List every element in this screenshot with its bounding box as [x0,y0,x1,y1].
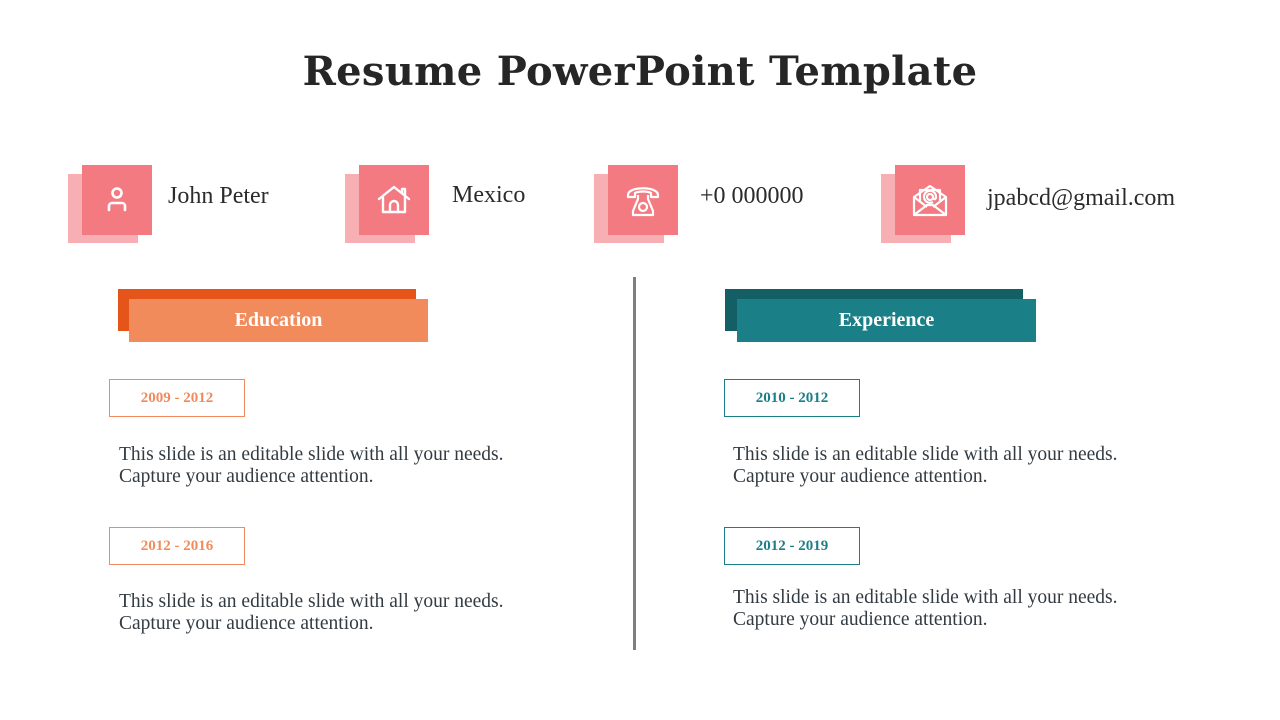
contact-label: Mexico [452,182,526,208]
education-description: This slide is an editable slide with all… [119,591,504,634]
icon-tile [82,165,152,235]
education-period-badge: 2012 - 2016 [109,527,245,565]
icon-tile [359,165,429,235]
experience-description: This slide is an editable slide with all… [733,444,1118,487]
user-icon [107,187,127,212]
email-icon [912,184,948,217]
contact-label: jpabcd@gmail.com [987,185,1176,211]
education-description: This slide is an editable slide with all… [119,444,504,487]
slide-title: Resume PowerPoint Template [302,48,978,95]
education-header: Education [129,299,428,342]
education-period-badge: 2009 - 2012 [109,379,245,417]
column-divider [633,277,636,650]
experience-header: Experience [737,299,1036,342]
icon-tile [608,165,678,235]
contact-label: John Peter [168,183,269,209]
experience-period-badge: 2012 - 2019 [724,527,860,565]
experience-description: This slide is an editable slide with all… [733,587,1118,630]
icon-tile [895,165,965,235]
home-icon [377,185,411,214]
experience-period-badge: 2010 - 2012 [724,379,860,417]
contact-label: +0 000000 [700,183,804,209]
telephone-icon [626,187,660,217]
